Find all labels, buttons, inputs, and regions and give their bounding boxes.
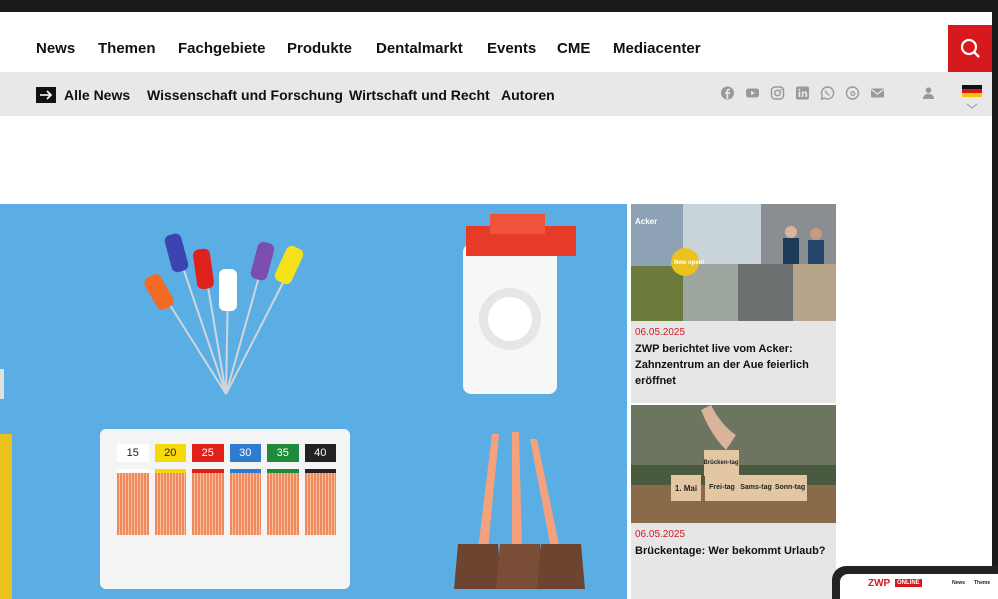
paper-points-column: [192, 469, 224, 535]
nav-item-themen[interactable]: Themen: [98, 40, 156, 57]
paper-points-column: [117, 469, 149, 535]
strip-label: 20: [154, 444, 186, 462]
svg-text:Brücken-tag: Brücken-tag: [703, 460, 738, 466]
linkedin-icon[interactable]: [795, 86, 810, 100]
tablet-device: ZWP ONLINE News Theme: [832, 566, 998, 599]
container-illustration: [463, 214, 576, 394]
paper-points-labels: 15 20 25 30 35 40: [115, 444, 340, 462]
article-title[interactable]: ZWP berichtet live vom Acker: Zahnzentru…: [635, 341, 831, 389]
user-icon[interactable]: [921, 86, 936, 100]
svg-text:1. Mai: 1. Mai: [675, 484, 697, 493]
svg-text:Acker: Acker: [635, 217, 657, 226]
strip-label: 30: [229, 444, 261, 462]
strip-label: 40: [304, 444, 336, 462]
facebook-icon[interactable]: [720, 86, 735, 100]
nav-item-events[interactable]: Events: [487, 40, 536, 57]
article-date: 06.05.2025: [635, 327, 686, 338]
svg-text:Sonn-tag: Sonn-tag: [775, 484, 805, 491]
main-nav: News Themen Fachgebiete Produkte Dentalm…: [0, 12, 992, 72]
strip-label: 15: [117, 444, 149, 462]
tablet-nav-news: News: [952, 580, 966, 586]
browser-screen: News Themen Fachgebiete Produkte Dentalm…: [0, 12, 992, 599]
language-flag-de-icon[interactable]: [962, 85, 982, 113]
endo-files-illustration: [144, 233, 304, 395]
article-image: Brücken-tag 1. Mai Frei-tag Sams-tag Son…: [631, 405, 836, 523]
nav-item-mediacenter[interactable]: Mediacenter: [613, 40, 701, 57]
article-title[interactable]: Brückentage: Wer bekommt Urlaub?: [635, 543, 831, 559]
nav-item-cme[interactable]: CME: [557, 40, 590, 57]
paper-points-fill: [115, 469, 340, 535]
article-card[interactable]: Brücken-tag 1. Mai Frei-tag Sams-tag Son…: [631, 405, 836, 599]
paper-points-column: [304, 469, 336, 535]
mixing-tips-illustration: [454, 432, 585, 589]
subnav-wissenschaft[interactable]: Wissenschaft und Forschung: [147, 87, 343, 103]
svg-text:Frei-tag: Frei-tag: [709, 484, 735, 491]
sub-nav: Alle News Wissenschaft und Forschung Wir…: [0, 72, 992, 116]
arrow-right-icon: [36, 87, 56, 103]
zwp-logo: ZWP: [868, 578, 891, 589]
zwp-logo-badge: ONLINE: [895, 579, 922, 587]
strip-label: 25: [192, 444, 224, 462]
strip-label: 35: [267, 444, 299, 462]
subnav-alle-news[interactable]: Alle News: [64, 87, 130, 103]
subnav-autoren[interactable]: Autoren: [501, 87, 555, 103]
article-card[interactable]: Acker New open! 06.05.2025 ZWP berichtet…: [631, 204, 836, 403]
tablet-screen: ZWP ONLINE News Theme: [840, 574, 998, 599]
search-icon: [960, 38, 980, 58]
svg-text:Sams-tag: Sams-tag: [740, 484, 772, 491]
youtube-icon[interactable]: [745, 86, 760, 100]
paper-points-column: [267, 469, 299, 535]
nav-item-produkte[interactable]: Produkte: [287, 40, 352, 57]
nav-item-fachgebiete[interactable]: Fachgebiete: [178, 40, 266, 57]
nav-item-news[interactable]: News: [36, 40, 75, 57]
whatsapp-icon[interactable]: [820, 86, 835, 100]
article-date: 06.05.2025: [635, 529, 686, 540]
threads-icon[interactable]: [845, 86, 860, 100]
subnav-wirtschaft[interactable]: Wirtschaft und Recht: [349, 87, 490, 103]
svg-text:New open!: New open!: [674, 260, 704, 266]
paper-points-column: [229, 469, 261, 535]
nav-item-dentalmarkt[interactable]: Dentalmarkt: [376, 40, 463, 57]
email-icon[interactable]: [870, 86, 885, 100]
instagram-icon[interactable]: [770, 86, 785, 100]
tablet-nav-themen: Theme: [974, 580, 991, 586]
paper-points-column: [154, 469, 186, 535]
article-image: Acker New open!: [631, 204, 836, 321]
search-button[interactable]: [948, 25, 992, 72]
hero-image[interactable]: 15 20 25 30 35 40: [0, 204, 627, 599]
chevron-down-icon: [966, 103, 978, 109]
